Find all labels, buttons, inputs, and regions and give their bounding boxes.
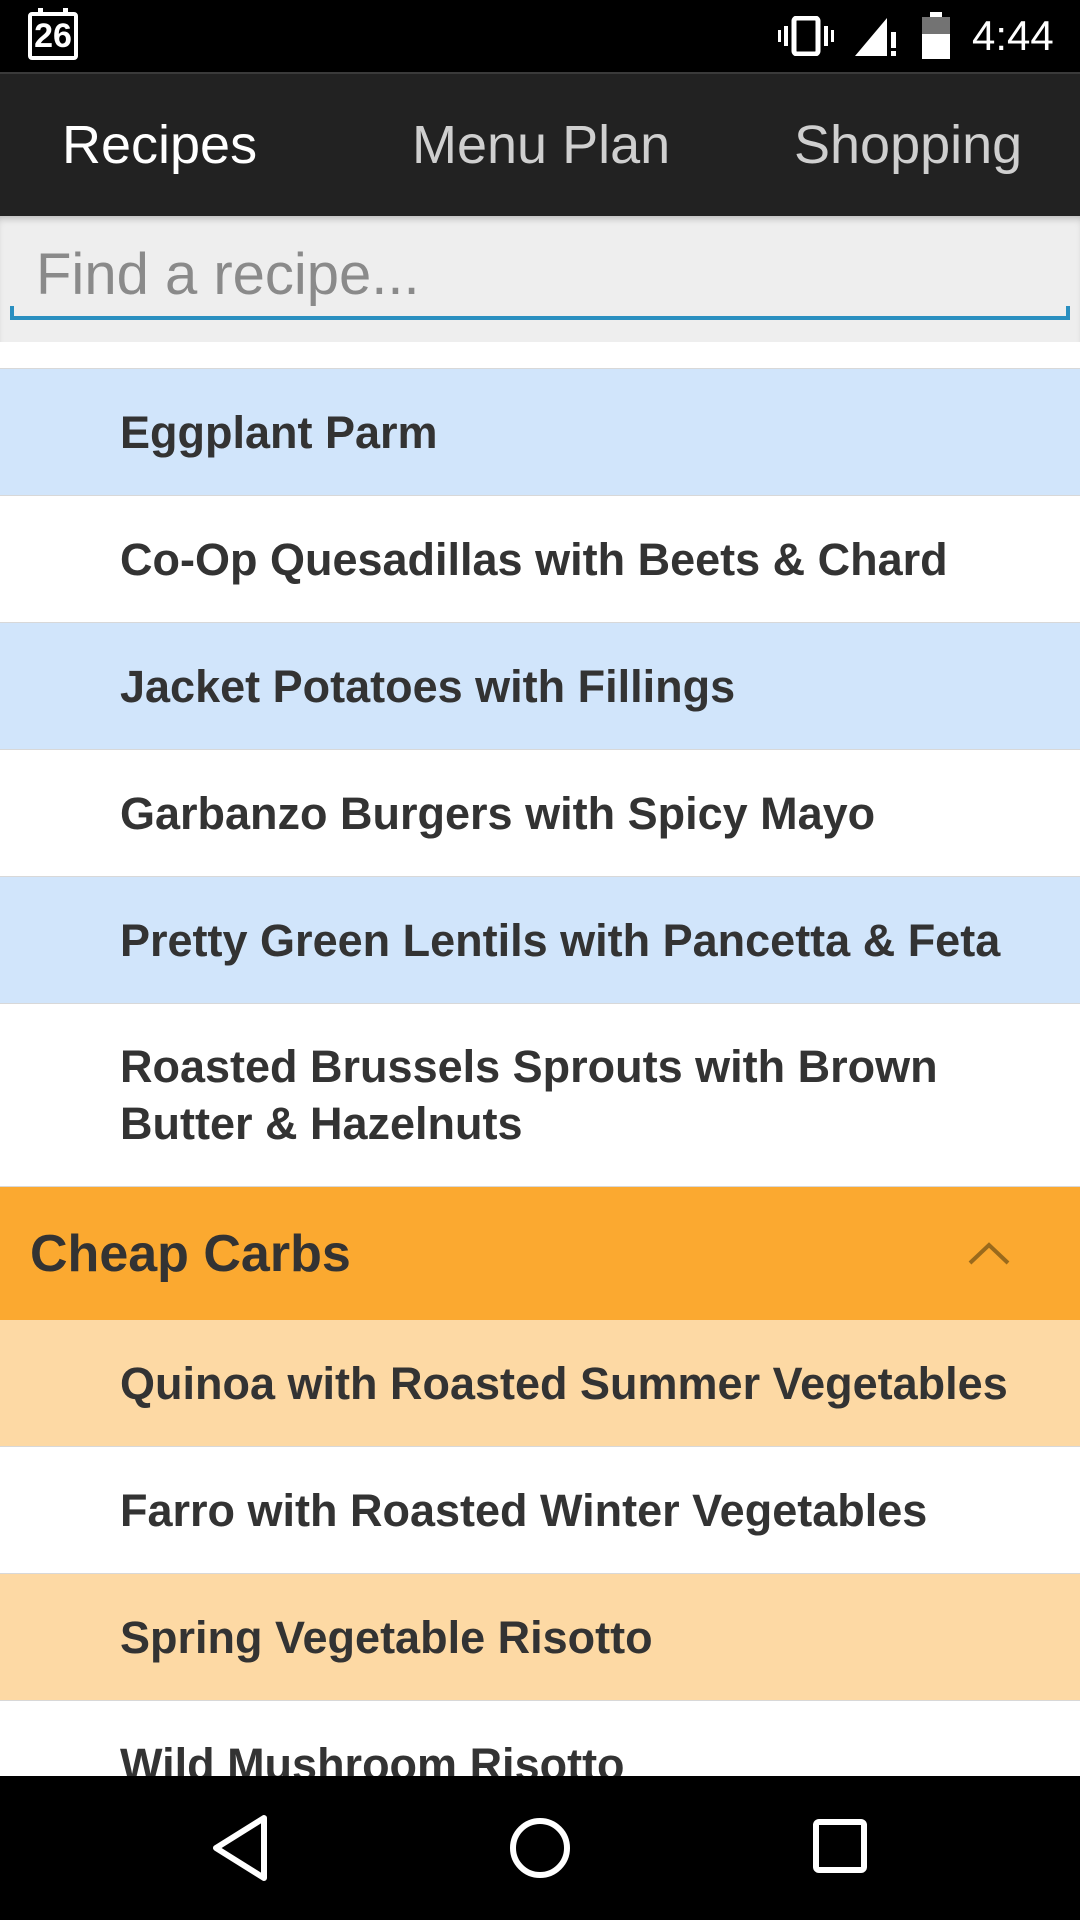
tab-bar: Recipes Menu Plan Shopping <box>0 72 1080 216</box>
back-icon[interactable] <box>210 1812 270 1884</box>
recipe-name: Jacket Potatoes with Fillings <box>120 660 736 712</box>
search-area <box>0 216 1080 342</box>
recipe-item[interactable]: Garbanzo Burgers with Spicy Mayo <box>0 750 1080 877</box>
recipe-name: Wild Mushroom Risotto <box>120 1738 625 1777</box>
battery-icon <box>922 12 950 59</box>
recipe-item[interactable]: Co-Op Quesadillas with Beets & Chard <box>0 496 1080 623</box>
search-underline-left-tick <box>10 306 14 320</box>
tab-shopping[interactable]: Shopping <box>794 74 1022 216</box>
recipe-item[interactable]: Quinoa with Roasted Summer Vegetables <box>0 1320 1080 1447</box>
tab-menu-plan[interactable]: Menu Plan <box>412 74 670 216</box>
calendar-icon: 26 <box>28 8 78 60</box>
category-title: Cheap Carbs <box>30 1224 351 1283</box>
recipe-name: Spring Vegetable Risotto <box>120 1611 653 1663</box>
recipe-list[interactable]: Eggplant Parm Co-Op Quesadillas with Bee… <box>0 342 1080 1776</box>
calendar-day: 26 <box>34 17 72 55</box>
recipe-item[interactable]: Pretty Green Lentils with Pancetta & Fet… <box>0 877 1080 1004</box>
recipe-name: Roasted Brussels Sprouts with Brown Butt… <box>120 1041 938 1149</box>
recipe-item[interactable]: Eggplant Parm <box>0 369 1080 496</box>
recipe-name: Eggplant Parm <box>120 406 438 458</box>
navigation-bar <box>0 1776 1080 1920</box>
tab-recipes[interactable]: Recipes <box>62 74 257 216</box>
recipe-item[interactable]: Spring Vegetable Risotto <box>0 1574 1080 1701</box>
recents-icon[interactable] <box>812 1818 868 1874</box>
search-input[interactable] <box>10 232 1070 320</box>
signal-icon <box>855 18 896 56</box>
recipe-name: Quinoa with Roasted Summer Vegetables <box>120 1357 1008 1409</box>
status-bar: 26 4:44 <box>0 0 1080 72</box>
recipe-item[interactable]: Farro with Roasted Winter Vegetables <box>0 1447 1080 1574</box>
search-underline-right-tick <box>1066 306 1070 320</box>
recipe-name: Farro with Roasted Winter Vegetables <box>120 1484 928 1536</box>
vibrate-icon <box>778 16 834 56</box>
clock: 4:44 <box>972 12 1054 59</box>
chevron-up-icon[interactable] <box>964 1233 1014 1273</box>
recipe-item[interactable]: Jacket Potatoes with Fillings <box>0 623 1080 750</box>
recipe-name: Co-Op Quesadillas with Beets & Chard <box>120 533 948 585</box>
recipe-name: Garbanzo Burgers with Spicy Mayo <box>120 787 876 839</box>
recipe-item[interactable]: Roasted Brussels Sprouts with Brown Butt… <box>0 1004 1080 1187</box>
category-header-cheap-carbs[interactable]: Cheap Carbs <box>0 1187 1080 1320</box>
recipe-name: Pretty Green Lentils with Pancetta & Fet… <box>120 914 1001 966</box>
list-divider <box>0 342 1080 369</box>
home-icon[interactable] <box>508 1816 572 1880</box>
recipe-item[interactable]: Wild Mushroom Risotto <box>0 1701 1080 1776</box>
